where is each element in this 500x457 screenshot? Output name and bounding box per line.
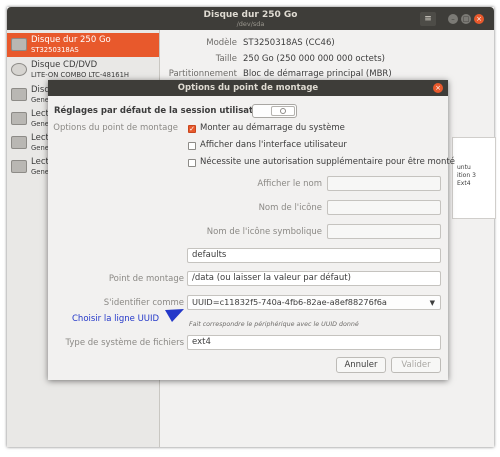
- model-value: ST3250318AS (CC46): [243, 38, 335, 48]
- display-name-field[interactable]: [327, 176, 441, 191]
- size-label: Taille: [215, 54, 237, 64]
- close-window-icon[interactable]: ×: [474, 14, 484, 24]
- sidebar-item-sub: ST3250318AS: [31, 46, 79, 54]
- identify-as-label: S'identifier comme: [103, 298, 184, 308]
- card-reader-icon: [11, 160, 27, 173]
- uuid-annotation-label: Choisir la ligne UUID: [72, 314, 160, 324]
- require-auth-label: Nécessite une autorisation supplémentair…: [200, 157, 455, 167]
- partitioning-label: Partitionnement: [168, 69, 237, 79]
- identify-as-hint: Fait correspondre le périphérique avec l…: [189, 321, 359, 328]
- mount-point-label: Point de montage: [108, 274, 184, 284]
- minimize-icon[interactable]: –: [448, 14, 458, 24]
- icon-name-field[interactable]: [327, 200, 441, 215]
- identify-as-combo[interactable]: UUID=c11832f5-740a-4fb6-82ae-a8ef88276f6…: [187, 295, 441, 310]
- sidebar-item-label: Disque CD/DVD: [31, 60, 98, 70]
- model-label: Modèle: [206, 38, 237, 48]
- hard-disk-icon: [11, 88, 27, 101]
- mount-options-label: Options du point de montage: [53, 123, 178, 133]
- symbolic-icon-field[interactable]: [327, 224, 441, 239]
- volume-detail-line: untu: [457, 164, 471, 171]
- dialog-title: Options du point de montage: [48, 80, 448, 96]
- show-in-ui-label: Afficher dans l'interface utilisateur: [200, 140, 347, 150]
- window-titlebar: Disque dur 250 Go /dev/sda ≡ – □ ×: [7, 7, 494, 30]
- sidebar-item-sub: Gene: [31, 120, 49, 128]
- mount-point-field[interactable]: /data (ou laisser la valeur par défaut): [187, 271, 441, 286]
- show-in-ui-checkbox[interactable]: [188, 142, 196, 150]
- require-auth-checkbox[interactable]: [188, 159, 196, 167]
- card-reader-icon: [11, 112, 27, 125]
- sidebar-item-label: Disque dur 250 Go: [31, 35, 111, 45]
- display-name-label: Afficher le nom: [257, 179, 322, 189]
- volume-detail-line: Ext4: [457, 180, 471, 187]
- sidebar-item-sub: Gene: [31, 168, 49, 176]
- volume-detail-line: ition 3: [457, 172, 476, 179]
- hamburger-menu-button[interactable]: ≡: [420, 12, 436, 26]
- size-value: 250 Go (250 000 000 000 octets): [243, 54, 385, 64]
- card-reader-icon: [11, 136, 27, 149]
- annotation-arrow-icon: [165, 309, 184, 322]
- hard-disk-icon: [11, 38, 27, 51]
- symbolic-icon-label: Nom de l'icône symbolique: [206, 227, 322, 237]
- session-defaults-label: Réglages par défaut de la session utilis…: [54, 106, 270, 116]
- fs-type-field[interactable]: ext4: [187, 335, 441, 350]
- mount-options-field[interactable]: defaults: [187, 248, 441, 263]
- identify-as-value: UUID=c11832f5-740a-4fb6-82ae-a8ef88276f6…: [192, 297, 387, 307]
- icon-name-label: Nom de l'icône: [258, 203, 322, 213]
- ok-button[interactable]: Valider: [391, 357, 441, 373]
- sidebar-item-sub: Gene: [31, 96, 49, 104]
- mount-options-dialog: Options du point de montage × Réglages p…: [48, 80, 455, 380]
- chevron-down-icon: ▼: [429, 299, 435, 307]
- session-defaults-toggle[interactable]: [252, 104, 297, 118]
- toggle-knob: [271, 106, 295, 116]
- sidebar-item-sub: Gene: [31, 144, 49, 152]
- optical-disc-icon: [11, 63, 27, 76]
- fs-type-label: Type de système de fichiers: [65, 338, 184, 348]
- sidebar-item-sub: LITE-ON COMBO LTC-48161H: [31, 71, 130, 79]
- mount-at-startup-label: Monter au démarrage du système: [200, 123, 345, 133]
- cancel-button[interactable]: Annuler: [336, 357, 386, 373]
- partitioning-value: Bloc de démarrage principal (MBR): [243, 69, 392, 79]
- close-dialog-icon[interactable]: ×: [433, 83, 443, 93]
- mount-at-startup-checkbox[interactable]: ✓: [188, 125, 196, 133]
- volume-detail-panel: untu ition 3 Ext4: [452, 137, 496, 219]
- maximize-icon[interactable]: □: [461, 14, 471, 24]
